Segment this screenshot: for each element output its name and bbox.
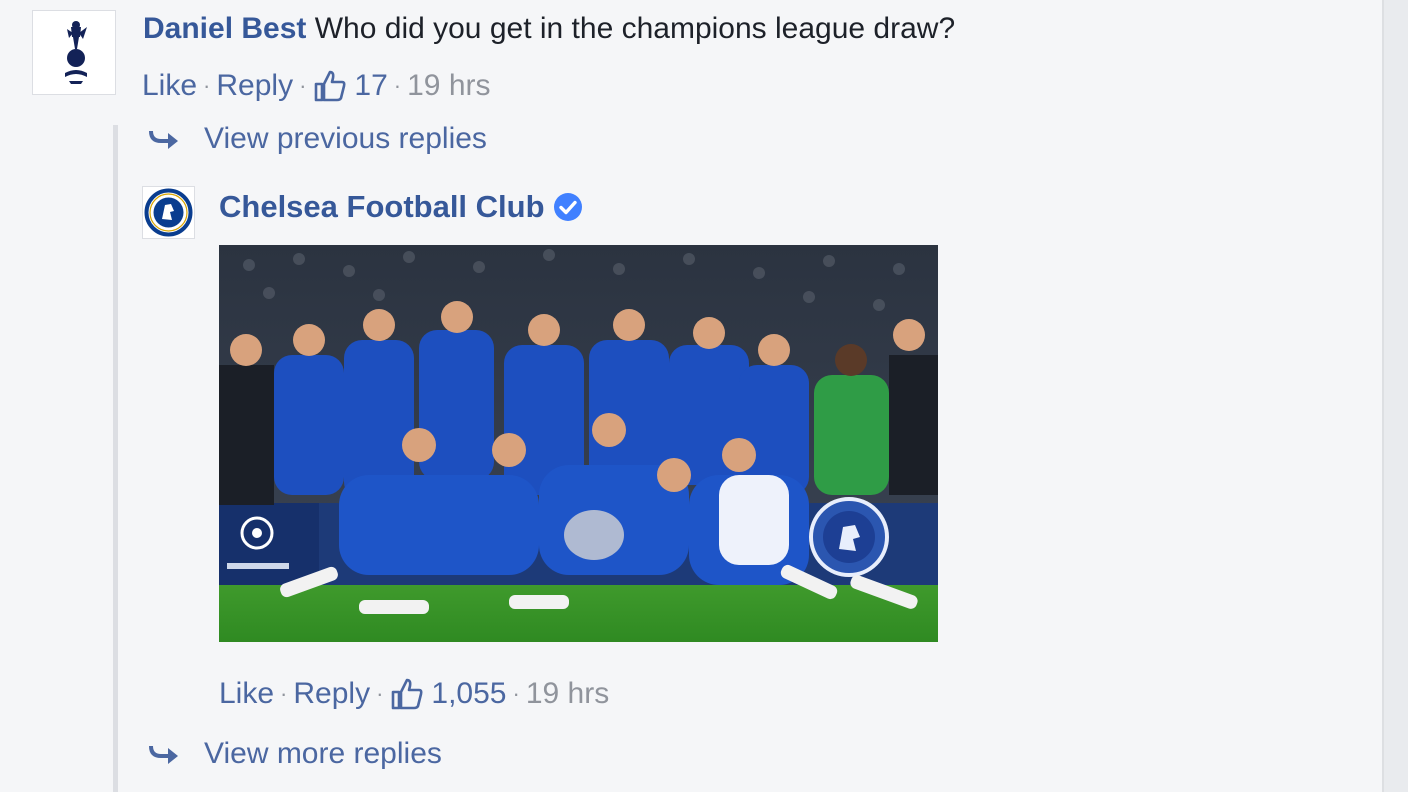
reply-actions: Like · Reply · 1,055 · 19 hrs xyxy=(219,676,609,712)
verified-badge-icon xyxy=(553,193,582,221)
reply-like-count[interactable]: 1,055 xyxy=(431,677,506,711)
comment-actions: Like · Reply · 17 · 19 hrs xyxy=(142,68,491,104)
reply-photo[interactable] xyxy=(219,245,938,642)
page-right-border xyxy=(1382,0,1408,792)
separator-dot: · xyxy=(376,681,384,706)
comment-author-link[interactable]: Daniel Best xyxy=(143,12,306,45)
team-celebration-photo-image xyxy=(219,245,938,642)
view-previous-replies-link[interactable]: View previous replies xyxy=(148,122,487,156)
reply-timestamp[interactable]: 19 hrs xyxy=(526,677,609,711)
thumbs-up-icon[interactable] xyxy=(312,68,348,104)
reply-like-link[interactable]: Like xyxy=(219,677,274,711)
separator-dot: · xyxy=(512,681,520,706)
reply-author-line: Chelsea Football Club xyxy=(219,189,583,225)
comment-text-line: Daniel Best Who did you get in the champ… xyxy=(143,12,955,46)
comment-timestamp[interactable]: 19 hrs xyxy=(407,69,490,103)
reply-thread-line xyxy=(113,125,118,792)
separator-dot: · xyxy=(203,73,211,98)
separator-dot: · xyxy=(299,73,307,98)
separator-dot: · xyxy=(280,681,288,706)
comment-body: Who did you get in the champions league … xyxy=(314,12,956,45)
view-more-replies-label: View more replies xyxy=(204,737,442,770)
thumbs-up-icon[interactable] xyxy=(389,676,425,712)
comment-reply-link[interactable]: Reply xyxy=(216,69,293,103)
cockerel-crest-icon xyxy=(65,21,87,84)
chelsea-crest-icon xyxy=(144,188,193,237)
view-previous-replies-label: View previous replies xyxy=(204,122,487,155)
commenter-avatar[interactable] xyxy=(32,10,116,95)
comment-like-link[interactable]: Like xyxy=(142,69,197,103)
comment-like-count[interactable]: 17 xyxy=(354,69,387,103)
separator-dot: · xyxy=(393,73,402,98)
view-more-replies-link[interactable]: View more replies xyxy=(148,737,442,771)
reply-author-avatar[interactable] xyxy=(142,186,195,239)
reply-reply-link[interactable]: Reply xyxy=(293,677,370,711)
reply-arrow-icon xyxy=(149,745,178,764)
reply-author-link[interactable]: Chelsea Football Club xyxy=(219,189,545,225)
reply-arrow-icon xyxy=(149,130,178,149)
